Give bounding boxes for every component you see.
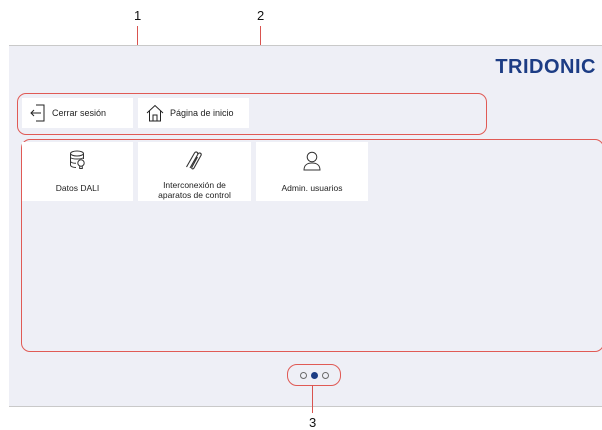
app-tile-label: Datos DALI (55, 183, 100, 193)
home-label: Página de inicio (170, 108, 234, 118)
page-dot-2[interactable] (310, 371, 318, 379)
home-icon (146, 104, 164, 122)
user-icon (303, 151, 321, 171)
page-dot-3[interactable] (321, 371, 329, 379)
callout-2: 2 (257, 8, 265, 23)
callout-1: 1 (134, 8, 142, 23)
callout-3-line (312, 385, 313, 413)
logout-icon (30, 104, 45, 122)
app-tile-label: Interconexión de aparatos de control (158, 180, 231, 200)
database-bulb-icon (69, 150, 85, 169)
app-tile-admin-usuarios[interactable]: Admin. usuarios (256, 142, 368, 201)
logout-button[interactable]: Cerrar sesión (22, 98, 133, 128)
app-tile-label: Admin. usuarios (281, 183, 343, 193)
app-tile-interconexion[interactable]: Interconexión de aparatos de control (138, 142, 251, 201)
paperclip-icon (185, 151, 202, 170)
logout-label: Cerrar sesión (52, 108, 107, 118)
app-tile-datos-dali[interactable]: Datos DALI (22, 142, 133, 201)
brand-logo: TRIDONIC (495, 56, 596, 78)
home-button[interactable]: Página de inicio (138, 98, 249, 128)
page-dot-1[interactable] (299, 371, 307, 379)
pagination (287, 364, 341, 386)
